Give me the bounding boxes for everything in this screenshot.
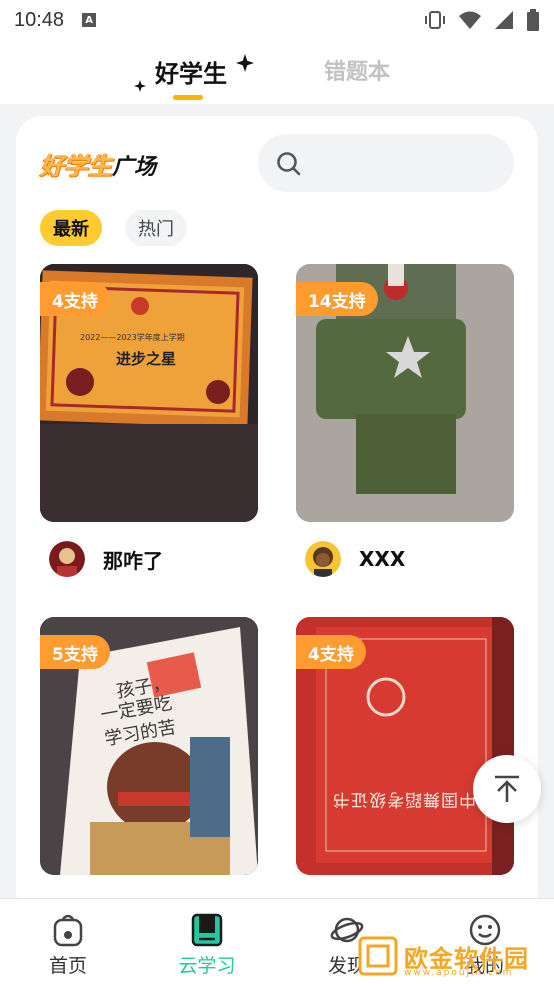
post-card[interactable]: 进步之星 2022——2023学年度上学期 4支持 bbox=[40, 264, 258, 522]
post-card[interactable]: 14支持 bbox=[296, 264, 514, 522]
watermark-logo-icon bbox=[358, 936, 398, 976]
support-badge: 5支持 bbox=[40, 635, 110, 669]
post-author[interactable]: 那咋了 bbox=[49, 541, 163, 577]
avatar bbox=[49, 541, 85, 577]
watermark: 欧金软件园 www.apoujin.com bbox=[358, 934, 548, 978]
nav-home[interactable]: 首页 bbox=[23, 913, 113, 978]
post-card[interactable]: 中国舞蹈考级证书 4支持 bbox=[296, 617, 514, 875]
active-tab-indicator bbox=[173, 95, 203, 100]
vibrate-icon bbox=[425, 11, 445, 29]
status-bar: 10:48 A bbox=[0, 0, 554, 40]
author-name: XXX bbox=[359, 547, 406, 571]
nav-label: 首页 bbox=[48, 955, 87, 977]
filter-latest[interactable]: 最新 bbox=[40, 210, 102, 246]
back-to-top-button[interactable] bbox=[473, 755, 541, 823]
support-badge: 14支持 bbox=[296, 282, 378, 316]
post-certificate-title: 进步之星 bbox=[116, 350, 177, 368]
filter-hot[interactable]: 热门 bbox=[125, 210, 187, 246]
signal-icon bbox=[495, 11, 513, 29]
nav-label: 云学习 bbox=[178, 955, 236, 977]
wifi-icon bbox=[459, 11, 481, 29]
avatar bbox=[305, 541, 341, 577]
backpack-icon bbox=[53, 914, 83, 947]
watermark-url: www.apoujin.com bbox=[404, 968, 514, 978]
book-icon bbox=[191, 913, 223, 947]
plaza-title: 好学生 广场 bbox=[40, 146, 156, 181]
status-icons bbox=[424, 9, 540, 31]
author-name: 那咋了 bbox=[103, 548, 163, 573]
status-time: 10:48 bbox=[14, 8, 65, 31]
notification-icon: A bbox=[82, 13, 97, 27]
sparkle-icon bbox=[134, 80, 146, 92]
top-tabs: 好学生 错题本 bbox=[0, 40, 554, 104]
post-author[interactable]: XXX bbox=[305, 541, 405, 577]
tab-good-student[interactable]: 好学生 bbox=[155, 54, 227, 89]
post-card[interactable]: 孩子， 一定要吃 学习的苦 5支持 bbox=[40, 617, 258, 875]
support-badge: 4支持 bbox=[40, 282, 110, 316]
arrow-up-icon bbox=[495, 775, 519, 802]
battery-icon bbox=[527, 9, 539, 31]
post-certificate-term: 2022——2023学年度上学期 bbox=[80, 333, 185, 342]
support-badge: 4支持 bbox=[296, 635, 366, 669]
nav-cloud-study[interactable]: 云学习 bbox=[162, 913, 252, 978]
tab-wrong-questions[interactable]: 错题本 bbox=[324, 54, 390, 86]
sparkle-icon bbox=[236, 54, 254, 72]
plaza-title-highlight: 好学生 bbox=[40, 152, 112, 180]
post-certificate-cover: 中国舞蹈考级证书 bbox=[332, 789, 476, 809]
plaza-title-rest: 广场 bbox=[112, 155, 157, 180]
search-icon[interactable] bbox=[276, 151, 302, 177]
